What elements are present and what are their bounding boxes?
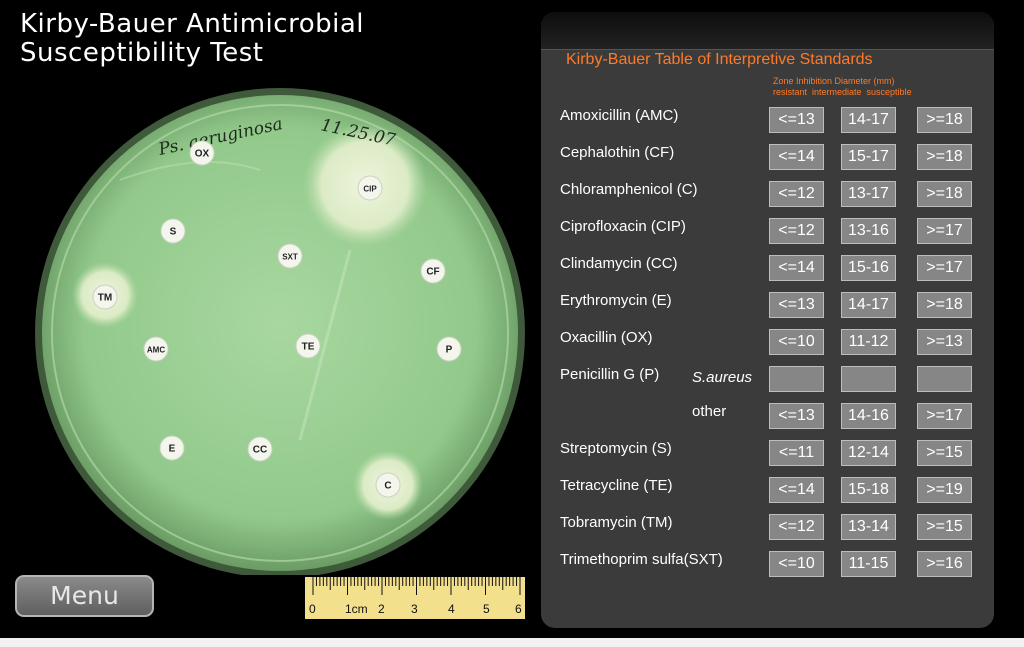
antibiotic-disk-sxt[interactable]: SXT	[277, 243, 303, 269]
antibiotic-disk-cip[interactable]: CIP	[357, 175, 383, 201]
drug-name: Trimethoprim sulfa(SXT)	[560, 551, 723, 568]
ruler-label: 1cm	[345, 602, 368, 616]
column-header-categories: resistant intermediate susceptible	[773, 87, 912, 97]
zone-cell-susceptible: >=17	[917, 403, 972, 429]
zone-cell-intermediate: 14-17	[841, 107, 896, 133]
disk-label: TE	[302, 342, 315, 353]
drug-name: Streptomycin (S)	[560, 440, 672, 457]
column-header-title: Zone Inhibition Diameter (mm)	[773, 76, 895, 86]
drug-name: Amoxicillin (AMC)	[560, 107, 679, 124]
organism-label: S.aureus	[692, 369, 753, 386]
zone-cell-intermediate: 12-14	[841, 440, 896, 466]
disk-label: CF	[426, 267, 439, 278]
zone-cell-intermediate: 15-17	[841, 144, 896, 170]
antibiotic-disk-tm[interactable]: TM	[92, 284, 118, 310]
drug-name: Tobramycin (TM)	[560, 514, 673, 531]
bottom-strip	[0, 638, 1024, 647]
drug-name: Tetracycline (TE)	[560, 477, 673, 494]
panel-header	[541, 12, 994, 50]
disk-label: S	[170, 227, 177, 238]
disk-label: TM	[98, 293, 112, 304]
antibiotic-disk-cc[interactable]: CC	[247, 436, 273, 462]
zone-cell-susceptible: >=19	[917, 477, 972, 503]
zone-cell-susceptible: >=13	[917, 329, 972, 355]
disk-label: OX	[195, 149, 210, 160]
zone-cell-susceptible: >=16	[917, 551, 972, 577]
disk-label: SXT	[282, 253, 298, 262]
antibiotic-disk-c[interactable]: C	[375, 472, 401, 498]
column-header: Zone Inhibition Diameter (mm) resistant …	[773, 76, 912, 98]
zone-cell-intermediate: 13-16	[841, 218, 896, 244]
disk-label: P	[446, 345, 453, 356]
zone-cell-susceptible: >=18	[917, 144, 972, 170]
antibiotic-disk-s[interactable]: S	[160, 218, 186, 244]
ruler-label: 0	[309, 602, 316, 616]
zone-cell-susceptible	[917, 366, 972, 392]
zone-cell-susceptible: >=18	[917, 292, 972, 318]
agar-surface	[42, 95, 518, 571]
zone-cell-intermediate: 14-16	[841, 403, 896, 429]
disk-label: E	[169, 444, 176, 455]
drug-name: Clindamycin (CC)	[560, 255, 678, 272]
antibiotic-disk-p[interactable]: P	[436, 336, 462, 362]
ruler-label: 6	[515, 602, 522, 616]
zone-cell-resistant: <=12	[769, 218, 824, 244]
zone-cell-intermediate: 15-18	[841, 477, 896, 503]
zone-cell-resistant: <=14	[769, 144, 824, 170]
zone-cell-resistant: <=10	[769, 551, 824, 577]
drug-name: Ciprofloxacin (CIP)	[560, 218, 686, 235]
zone-cell-susceptible: >=18	[917, 181, 972, 207]
disk-label: C	[384, 481, 391, 492]
ruler-label: 2	[378, 602, 385, 616]
petri-dish[interactable]: Ps. aeruginosa 11.25.07 OXCIPSSXTCFTMAMC…	[0, 80, 540, 575]
antibiotic-disk-te[interactable]: TE	[295, 333, 321, 359]
zone-cell-resistant: <=13	[769, 292, 824, 318]
zone-cell-intermediate: 11-12	[841, 329, 896, 355]
drug-name: Cephalothin (CF)	[560, 144, 675, 161]
antibiotic-disk-cf[interactable]: CF	[420, 258, 446, 284]
ruler-label: 5	[483, 602, 490, 616]
antibiotic-disk-e[interactable]: E	[159, 435, 185, 461]
zone-cell-resistant: <=14	[769, 477, 824, 503]
ruler-label: 4	[448, 602, 455, 616]
disk-label: AMC	[147, 346, 165, 355]
zone-cell-resistant: <=11	[769, 440, 824, 466]
zone-cell-resistant: <=14	[769, 255, 824, 281]
zone-cell-intermediate	[841, 366, 896, 392]
drug-name: Erythromycin (E)	[560, 292, 672, 309]
zone-cell-susceptible: >=18	[917, 107, 972, 133]
zone-cell-resistant	[769, 366, 824, 392]
zone-cell-intermediate: 11-15	[841, 551, 896, 577]
app-title: Kirby-Bauer Antimicrobial Susceptibility…	[20, 9, 364, 68]
zone-cell-susceptible: >=15	[917, 514, 972, 540]
zone-cell-susceptible: >=15	[917, 440, 972, 466]
antibiotic-disk-amc[interactable]: AMC	[143, 336, 169, 362]
antibiotic-disk-ox[interactable]: OX	[189, 140, 215, 166]
organism-label: other	[692, 403, 727, 420]
drug-name: Oxacillin (OX)	[560, 329, 653, 346]
zone-cell-intermediate: 14-17	[841, 292, 896, 318]
standards-panel: Kirby-Bauer Table of Interpretive Standa…	[541, 12, 994, 628]
disk-label: CIP	[363, 185, 377, 194]
table-title: Kirby-Bauer Table of Interpretive Standa…	[566, 51, 873, 68]
zone-cell-intermediate: 13-14	[841, 514, 896, 540]
zone-cell-intermediate: 13-17	[841, 181, 896, 207]
zone-cell-resistant: <=13	[769, 107, 824, 133]
zone-cell-susceptible: >=17	[917, 255, 972, 281]
zone-cell-resistant: <=12	[769, 514, 824, 540]
zone-cell-resistant: <=10	[769, 329, 824, 355]
zone-cell-resistant: <=13	[769, 403, 824, 429]
disk-label: CC	[253, 445, 267, 456]
ruler-label: 3	[411, 602, 418, 616]
menu-button[interactable]: Menu	[15, 575, 154, 617]
zone-cell-intermediate: 15-16	[841, 255, 896, 281]
drug-name: Penicillin G (P)	[560, 366, 660, 383]
zone-cell-resistant: <=12	[769, 181, 824, 207]
drug-name: Chloramphenicol (C)	[560, 181, 698, 198]
ruler: 0 1cm 2 3 4 5 6	[305, 577, 525, 619]
zone-cell-susceptible: >=17	[917, 218, 972, 244]
